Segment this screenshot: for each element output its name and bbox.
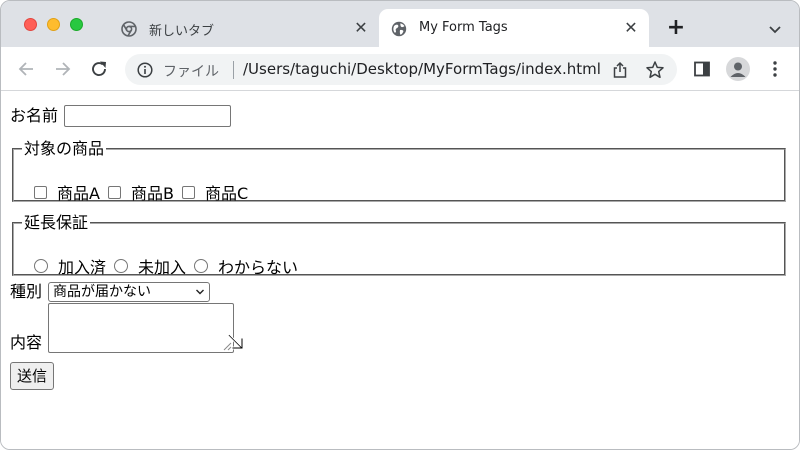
scheme-label: ファイル <box>163 64 219 80</box>
chevron-down-icon <box>196 289 205 295</box>
tab-title: 新しいタブ <box>149 24 215 39</box>
omnibox-divider <box>233 61 234 79</box>
warranty-fieldset: 延長保証 加入済 未加入 わからない <box>12 213 786 278</box>
url-text[interactable]: /Users/taguchi/Desktop/MyFormTags/index.… <box>243 60 601 78</box>
address-bar[interactable]: ファイル /Users/taguchi/Desktop/MyFormTags/i… <box>125 54 677 85</box>
close-tab-icon[interactable]: ✕ <box>351 18 371 38</box>
back-arrow-icon[interactable] <box>16 59 36 79</box>
page-content: お名前 対象の商品 商品A 商品B 商品C 延長保証 加入済 未加入 わからない… <box>1 92 799 449</box>
content-label: 内容 <box>10 333 43 352</box>
warranty-joined-label: 加入済 <box>58 258 107 277</box>
kind-label: 種別 <box>10 282 43 301</box>
name-row: お名前 <box>10 105 232 127</box>
resize-cursor-icon <box>228 333 244 350</box>
warranty-not-joined-radio[interactable] <box>114 259 129 273</box>
window-close-button[interactable] <box>24 18 37 31</box>
kind-select[interactable]: 商品が届かない <box>48 282 211 302</box>
person-icon <box>730 62 746 77</box>
kind-row: 種別 商品が届かない <box>10 282 211 302</box>
products-options: 商品A 商品B 商品C <box>34 180 256 204</box>
warranty-option-unknown: わからない <box>194 254 298 278</box>
name-label: お名前 <box>10 106 59 125</box>
product-c-checkbox[interactable] <box>181 185 195 199</box>
warranty-legend: 延長保証 <box>24 213 89 232</box>
window-zoom-button[interactable] <box>70 18 83 31</box>
product-option-a: 商品A <box>34 180 100 204</box>
content-row: 内容 <box>10 303 235 353</box>
globe-icon <box>391 21 407 37</box>
tab-new-tab[interactable]: 新しいタブ ✕ <box>109 9 379 47</box>
product-a-label: 商品A <box>57 184 100 203</box>
warranty-options: 加入済 未加入 わからない <box>34 254 306 278</box>
share-icon[interactable] <box>611 61 629 79</box>
product-b-label: 商品B <box>130 184 174 203</box>
kind-selected-value: 商品が届かない <box>53 284 152 300</box>
chrome-icon <box>121 21 137 37</box>
products-legend: 対象の商品 <box>24 139 105 158</box>
content-textarea[interactable] <box>48 303 235 353</box>
name-input[interactable] <box>64 105 232 127</box>
submit-button[interactable]: 送信 <box>10 362 55 390</box>
product-option-b: 商品B <box>107 180 174 204</box>
new-tab-button[interactable]: + <box>665 17 687 40</box>
warranty-joined-radio[interactable] <box>34 259 48 273</box>
product-a-checkbox[interactable] <box>34 185 47 199</box>
info-icon[interactable] <box>137 62 153 78</box>
product-b-checkbox[interactable] <box>107 185 121 199</box>
product-option-c: 商品C <box>181 180 249 204</box>
reload-icon[interactable] <box>89 59 109 79</box>
warranty-not-joined-label: 未加入 <box>138 258 187 277</box>
product-c-label: 商品C <box>204 184 249 203</box>
products-fieldset: 対象の商品 商品A 商品B 商品C <box>12 139 786 204</box>
toolbar: ファイル /Users/taguchi/Desktop/MyFormTags/i… <box>1 47 799 91</box>
warranty-unknown-radio[interactable] <box>194 259 209 273</box>
warranty-unknown-label: わからない <box>218 258 299 277</box>
tab-my-form-tags[interactable]: My Form Tags ✕ <box>379 9 649 47</box>
side-panel-icon[interactable] <box>693 60 711 78</box>
more-menu-icon[interactable] <box>765 59 785 79</box>
chevron-down-icon[interactable] <box>765 19 785 39</box>
forward-arrow-icon[interactable] <box>53 59 73 79</box>
warranty-option-joined: 加入済 <box>34 254 106 278</box>
profile-avatar[interactable] <box>726 57 750 81</box>
tab-title: My Form Tags <box>419 20 508 35</box>
star-icon[interactable] <box>645 60 665 80</box>
tab-strip: 新しいタブ ✕ My Form Tags ✕ + <box>1 1 799 47</box>
close-tab-icon[interactable]: ✕ <box>621 18 641 38</box>
window-minimize-button[interactable] <box>47 18 60 31</box>
browser-window: 新しいタブ ✕ My Form Tags ✕ + ファイル /Users/tag… <box>0 0 800 450</box>
warranty-option-not-joined: 未加入 <box>114 254 186 278</box>
